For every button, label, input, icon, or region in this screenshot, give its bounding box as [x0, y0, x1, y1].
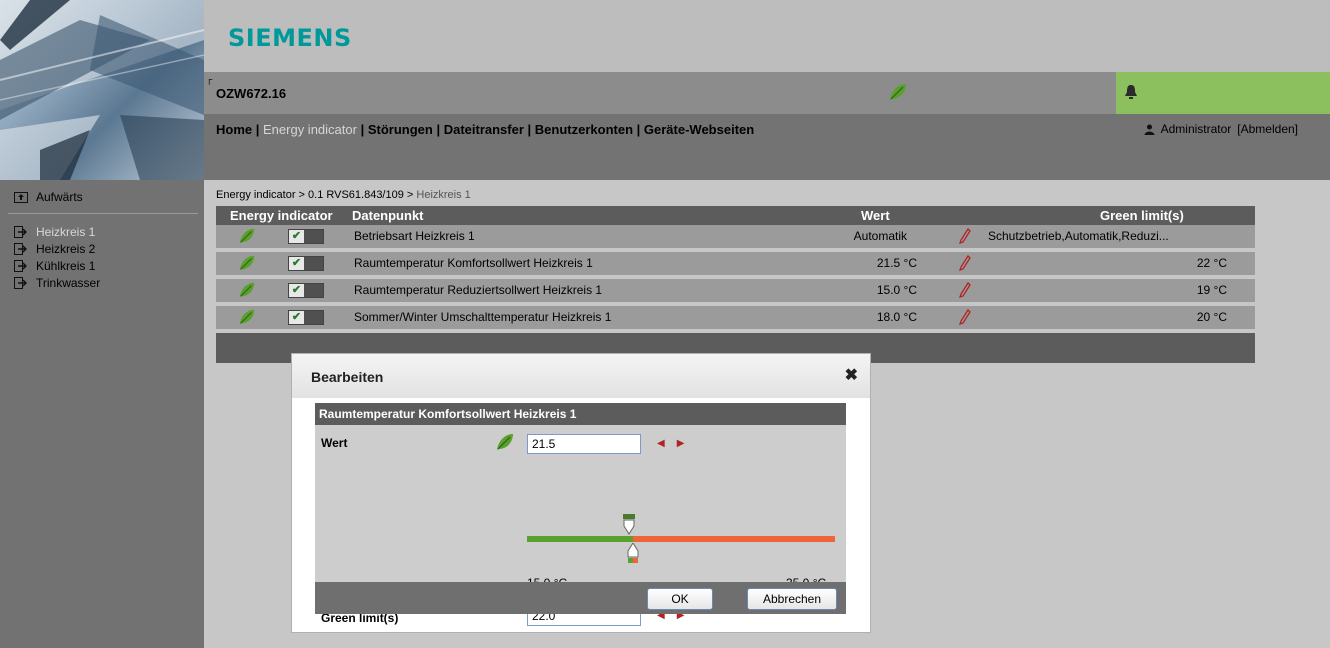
nav-device-webpages[interactable]: Geräte-Webseiten — [644, 122, 754, 137]
username: Administrator — [1160, 122, 1232, 136]
green-limit-cell: 19 °C — [1196, 283, 1227, 297]
user-icon — [1144, 124, 1155, 135]
energy-toggle-checkbox[interactable]: ✔ — [288, 310, 324, 325]
sidebar-divider — [8, 213, 198, 214]
siemens-logo: SIEMENS — [228, 24, 352, 52]
enter-arrow-icon — [14, 276, 27, 289]
close-icon[interactable]: ✖ — [845, 365, 858, 385]
header-building-image — [0, 0, 204, 180]
nav-home[interactable]: Home — [216, 122, 252, 137]
corner-marker-icon: ┌ — [206, 74, 213, 84]
energy-status-box — [884, 72, 1116, 114]
green-leaf-icon — [239, 309, 255, 325]
column-energy-indicator: Energy indicator — [230, 208, 333, 223]
nav-energy-indicator[interactable]: Energy indicator — [263, 122, 357, 137]
slider-green-range — [527, 536, 633, 542]
value-input[interactable] — [527, 434, 641, 454]
value-cell: 18.0 °C — [876, 310, 917, 324]
logout-link[interactable]: [Abmelden] — [1237, 122, 1298, 136]
green-leaf-icon — [239, 282, 255, 298]
enter-arrow-icon — [14, 225, 27, 238]
dialog-button-bar: OK Abbrechen — [315, 582, 846, 614]
edit-pencil-icon[interactable] — [959, 282, 971, 298]
energy-toggle-checkbox[interactable]: ✔ — [288, 229, 324, 244]
table-header: Energy indicator Datenpunkt Wert Green l… — [216, 206, 1255, 225]
energy-table: Energy indicator Datenpunkt Wert Green l… — [216, 206, 1255, 363]
value-cell: Automatik — [853, 229, 907, 243]
table-row[interactable]: ✔ Sommer/Winter Umschalttemperatur Heizk… — [216, 306, 1255, 329]
green-leaf-icon — [239, 228, 255, 244]
green-leaf-icon — [497, 434, 513, 450]
breadcrumb: Energy indicator > 0.1 RVS61.843/109 > H… — [216, 189, 471, 201]
datapoint-cell: Raumtemperatur Komfortsollwert Heizkreis… — [354, 256, 593, 270]
column-value: Wert — [861, 208, 890, 223]
column-green-limits: Green limit(s) — [1100, 208, 1184, 223]
green-limit-handle[interactable] — [622, 514, 636, 536]
increment-arrow-icon[interactable]: ▶ — [677, 438, 685, 449]
value-stepper: ◀ ▶ — [657, 438, 684, 449]
green-limit-cell: 20 °C — [1196, 310, 1227, 324]
nav-links: Home | Energy indicator | Störungen | Da… — [216, 122, 755, 137]
sidebar-item-kuehlkreis-1[interactable]: Kühlkreis 1 — [14, 257, 100, 274]
check-icon: ✔ — [289, 284, 304, 297]
green-leaf-icon — [239, 255, 255, 271]
check-icon: ✔ — [289, 311, 304, 324]
energy-toggle-checkbox[interactable]: ✔ — [288, 256, 324, 271]
header: SIEMENS ┌ OZW672.16 Home | Energy indica… — [204, 0, 1330, 180]
main-navigation: Home | Energy indicator | Störungen | Da… — [204, 114, 1330, 180]
value-slider-handle[interactable] — [626, 543, 640, 565]
device-name: OZW672.16 — [216, 86, 287, 101]
edit-pencil-icon[interactable] — [959, 255, 971, 271]
value-cell: 15.0 °C — [876, 283, 917, 297]
value-label: Wert — [321, 436, 348, 450]
check-icon: ✔ — [289, 230, 304, 243]
datapoint-cell: Sommer/Winter Umschalttemperatur Heizkre… — [354, 310, 612, 324]
table-row[interactable]: ✔ Betriebsart Heizkreis 1 Automatik Schu… — [216, 225, 1255, 248]
nav-faults[interactable]: Störungen — [368, 122, 433, 137]
edit-pencil-icon[interactable] — [959, 309, 971, 325]
sidebar-item-trinkwasser[interactable]: Trinkwasser — [14, 274, 100, 291]
table-row[interactable]: ✔ Raumtemperatur Reduziertsollwert Heizk… — [216, 279, 1255, 302]
panel-title: Raumtemperatur Komfortsollwert Heizkreis… — [315, 403, 846, 425]
cancel-button[interactable]: Abbrechen — [747, 588, 837, 610]
nav-file-transfer[interactable]: Dateitransfer — [444, 122, 524, 137]
user-info: Administrator [Abmelden] — [1144, 122, 1298, 136]
folder-up-icon — [14, 192, 28, 203]
green-limit-cell: 22 °C — [1196, 256, 1227, 270]
energy-toggle-checkbox[interactable]: ✔ — [288, 283, 324, 298]
green-limit-cell: Schutzbetrieb,Automatik,Reduzi... — [988, 229, 1169, 243]
sidebar: Aufwärts Heizkreis 1 Heizkreis 2 Kühlkre… — [0, 180, 204, 648]
table-row[interactable]: ✔ Raumtemperatur Komfortsollwert Heizkre… — [216, 252, 1255, 275]
sidebar-list: Heizkreis 1 Heizkreis 2 Kühlkreis 1 Trin… — [14, 223, 100, 291]
datapoint-cell: Raumtemperatur Reduziertsollwert Heizkre… — [354, 283, 603, 297]
decrement-arrow-icon[interactable]: ◀ — [657, 438, 665, 449]
slider-red-range — [633, 536, 835, 542]
sidebar-up-button[interactable]: Aufwärts — [14, 190, 83, 204]
sidebar-item-heizkreis-2[interactable]: Heizkreis 2 — [14, 240, 100, 257]
green-leaf-icon — [890, 84, 906, 100]
datapoint-cell: Betriebsart Heizkreis 1 — [354, 229, 475, 243]
bell-icon — [1125, 85, 1137, 99]
sidebar-item-heizkreis-1[interactable]: Heizkreis 1 — [14, 223, 100, 240]
device-bar: ┌ OZW672.16 — [204, 72, 1330, 114]
alarm-status-box[interactable] — [1116, 72, 1330, 114]
edit-dialog: Bearbeiten ✖ Raumtemperatur Komfortsollw… — [291, 353, 871, 633]
value-cell: 21.5 °C — [876, 256, 917, 270]
dialog-title: Bearbeiten — [311, 369, 384, 385]
dialog-titlebar[interactable]: Bearbeiten ✖ — [292, 354, 870, 398]
column-datapoint: Datenpunkt — [352, 208, 424, 223]
edit-pencil-icon[interactable] — [959, 228, 971, 244]
ok-button[interactable]: OK — [647, 588, 713, 610]
check-icon: ✔ — [289, 257, 304, 270]
enter-arrow-icon — [14, 259, 27, 272]
nav-user-accounts[interactable]: Benutzerkonten — [535, 122, 633, 137]
enter-arrow-icon — [14, 242, 27, 255]
